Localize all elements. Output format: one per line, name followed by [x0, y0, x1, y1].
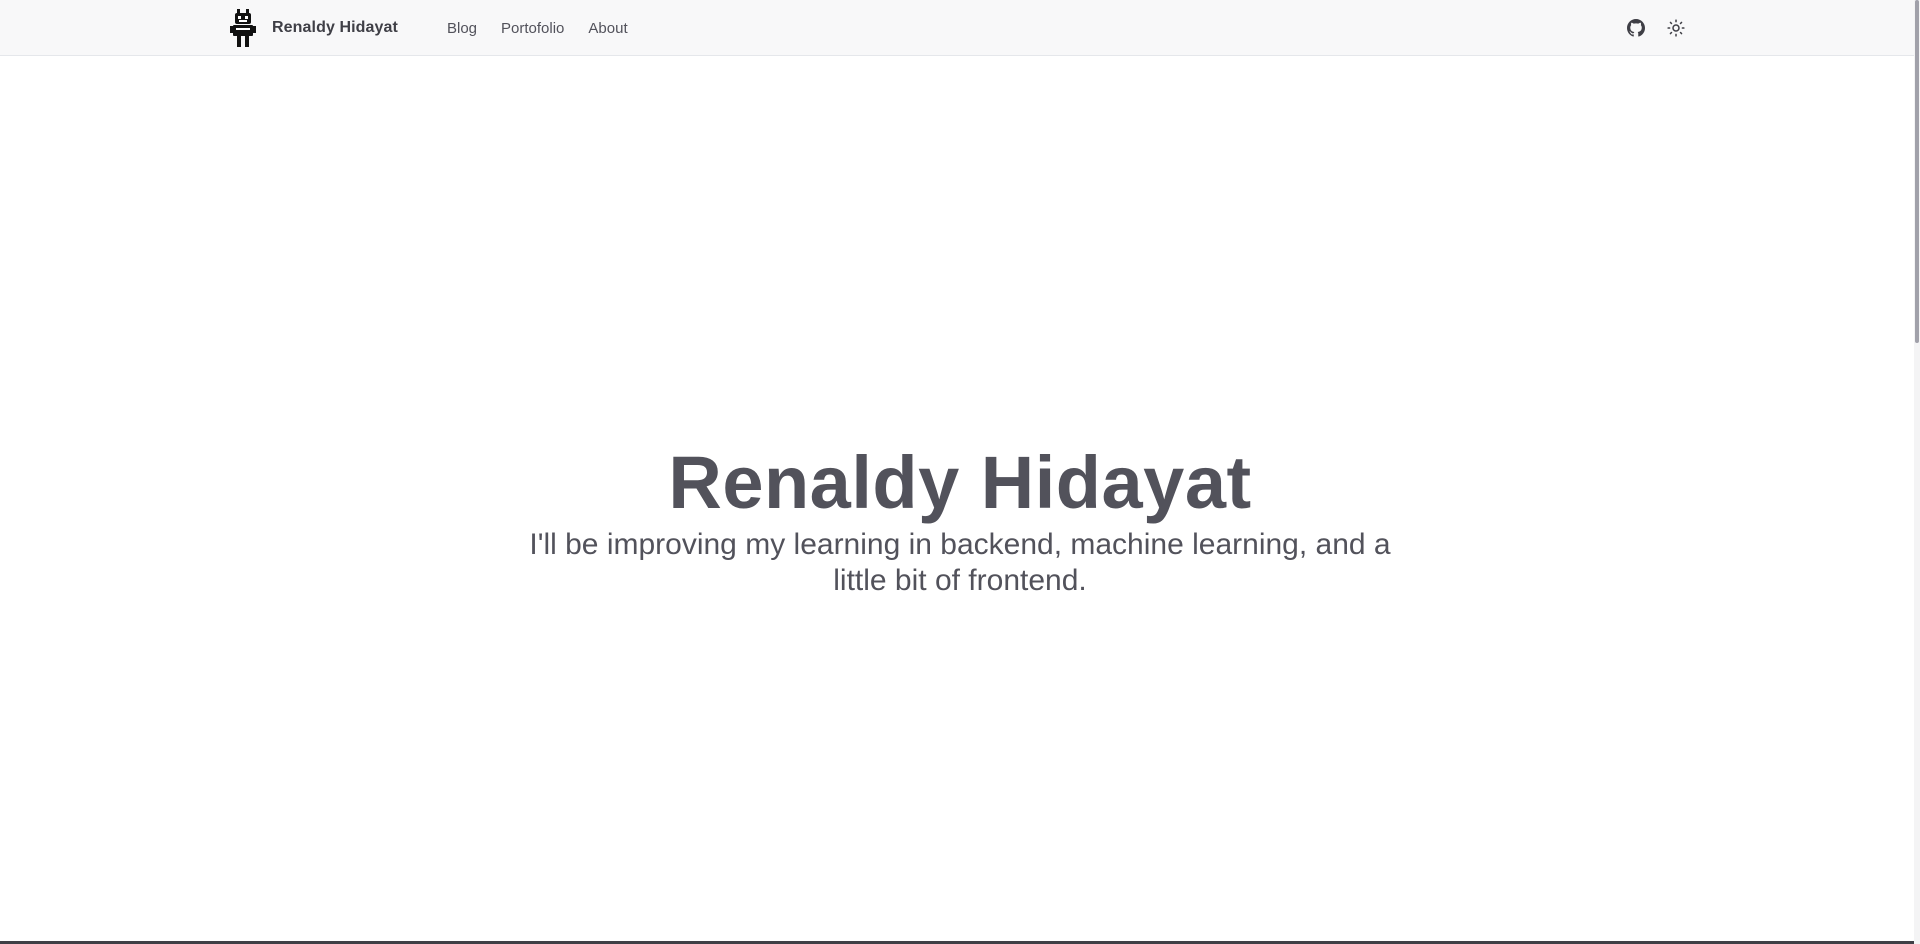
github-icon	[1627, 19, 1645, 37]
hero-subtitle: I'll be improving my learning in backend…	[529, 528, 1391, 597]
github-link[interactable]	[1622, 14, 1650, 42]
header-actions	[1622, 0, 1702, 56]
hero-section: Renaldy Hidayat I'll be improving my lea…	[0, 0, 1920, 944]
hero-title: Renaldy Hidayat	[668, 441, 1252, 524]
nav-link-portofolio[interactable]: Portofolio	[501, 20, 564, 37]
page: Renaldy Hidayat I'll be improving my lea…	[0, 0, 1920, 944]
sun-icon	[1667, 19, 1685, 37]
brand-name: Renaldy Hidayat	[272, 19, 398, 36]
theme-toggle-button[interactable]	[1662, 14, 1690, 42]
robot-icon	[230, 9, 256, 47]
nav-link-blog[interactable]: Blog	[447, 20, 477, 37]
scrollbar-thumb[interactable]	[1915, 0, 1919, 343]
nav-link-about[interactable]: About	[588, 20, 627, 37]
brand-home-link[interactable]: Renaldy Hidayat	[230, 9, 398, 47]
main-nav: Blog Portofolio About	[447, 0, 652, 56]
site-header: Renaldy Hidayat Blog Portofolio About	[0, 0, 1914, 56]
